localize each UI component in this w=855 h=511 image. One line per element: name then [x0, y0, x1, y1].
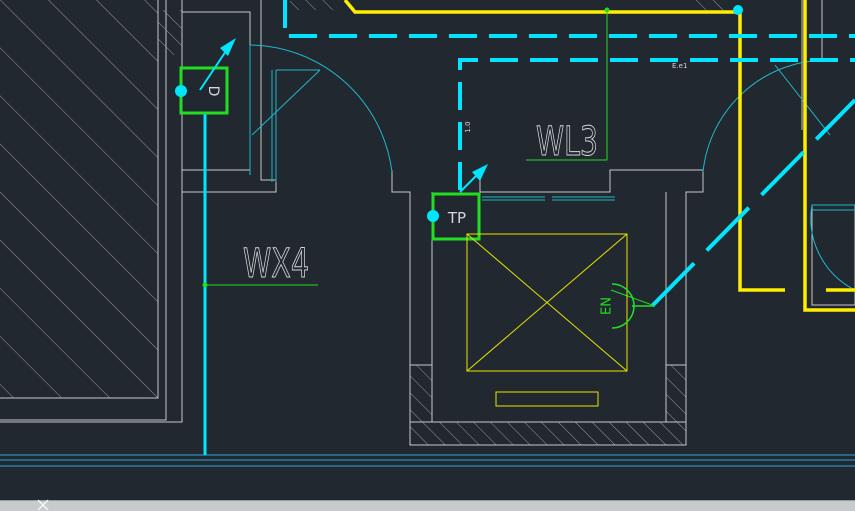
cad-drawing-viewport[interactable]: D TP EN WX4 WL3 1.0 E.e1 — [0, 0, 855, 500]
pipe-node — [733, 5, 743, 15]
riser-tag-d-text: D — [205, 86, 221, 97]
leader-node — [604, 7, 610, 13]
leader-node — [202, 282, 208, 288]
hatched-corner-blocks — [158, 0, 730, 446]
slope-annotation-horizontal: E.e1 — [672, 62, 687, 70]
window-lines — [482, 196, 615, 201]
crosshair-icon — [37, 499, 49, 511]
status-bar — [0, 499, 855, 511]
door-swings — [249, 44, 855, 291]
en-fixture-text: EN — [600, 297, 615, 315]
yellow-pipes — [343, 0, 855, 312]
floor-lines — [0, 454, 855, 467]
label-wl3[interactable]: WL3 — [536, 119, 599, 166]
riser-tag-tp[interactable]: TP — [427, 164, 488, 241]
fixture-box[interactable] — [466, 233, 628, 407]
riser-tag-tp-text: TP — [447, 209, 466, 227]
riser-node-icon — [175, 85, 187, 97]
slope-annotation-vertical: 1.0 — [464, 121, 472, 132]
en-fixture[interactable]: EN — [600, 283, 653, 329]
arrow-icon — [220, 38, 236, 56]
cyan-diagonal-pipe — [650, 98, 855, 308]
riser-tag-d[interactable]: D — [175, 38, 236, 115]
riser-node-icon — [427, 210, 439, 222]
label-wx4[interactable]: WX4 — [243, 241, 310, 288]
hatched-wall-left — [0, 0, 159, 399]
